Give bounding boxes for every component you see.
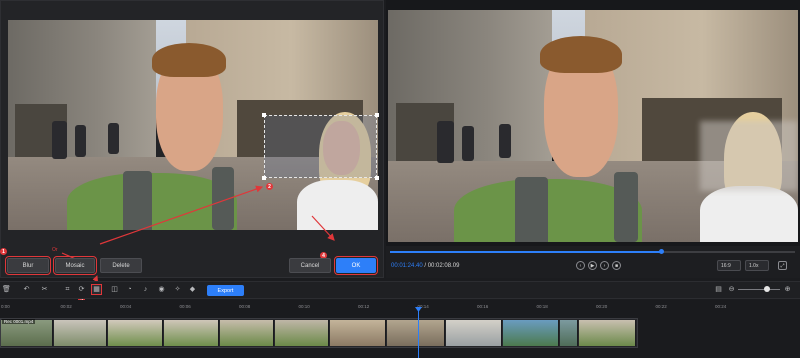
ruler-tick-label: 00:12 (358, 304, 370, 309)
mic-icon[interactable]: ◉ (157, 285, 166, 294)
rotate-icon[interactable]: ⟳ (77, 285, 86, 294)
mosaic-tool-icon[interactable]: ▦ (91, 284, 102, 295)
mosaic-blur-region (699, 121, 798, 191)
clip-thumbnail (387, 320, 445, 346)
current-time: 00:01:24.40 (391, 263, 423, 269)
ruler-tick-label: 00:10 (298, 304, 310, 309)
or-label: Or (52, 247, 58, 253)
ruler-tick-label: 00:02 (60, 304, 72, 309)
clip-thumbnail (503, 320, 559, 346)
ruler-tick-label: 00:06 (179, 304, 191, 309)
zoom-slider[interactable] (738, 289, 780, 290)
ruler-tick-label: 00:20 (596, 304, 608, 309)
audio-icon[interactable]: ♪ (141, 285, 150, 294)
speed-select[interactable]: 1.0x (745, 260, 769, 271)
stop-icon[interactable]: ■ (612, 261, 621, 270)
marker-icon[interactable]: ◆ (188, 285, 197, 294)
fullscreen-icon[interactable]: ⤢ (778, 261, 787, 270)
mosaic-button[interactable]: Mosaic (53, 256, 97, 275)
step-marker-1: 1 (0, 248, 7, 255)
preview-video-frame (388, 10, 798, 242)
next-frame-icon[interactable]: › (600, 261, 609, 270)
edit-toolbar (0, 281, 800, 299)
ruler-tick-label: 00:22 (655, 304, 667, 309)
aspect-ratio-value: 16:9 (721, 262, 731, 269)
clip-thumbnail (560, 320, 578, 346)
aspect-ratio-select[interactable]: 16:9 (717, 260, 741, 271)
clip-thumbnail (54, 320, 107, 346)
zoom-in-icon[interactable]: ⊕ (783, 285, 792, 294)
ruler-tick-label: 00:24 (715, 304, 727, 309)
cancel-button[interactable]: Cancel (289, 258, 331, 273)
previous-frame-icon[interactable]: ‹ (576, 261, 585, 270)
ruler-tick-label: 00:16 (477, 304, 489, 309)
playhead[interactable] (418, 309, 419, 358)
blur-button[interactable]: Blur (5, 256, 51, 275)
clip-thumbnail (164, 320, 219, 346)
delete-button[interactable]: Delete (100, 258, 142, 273)
step-marker-2: 2 (266, 183, 273, 190)
ok-button[interactable]: OK (334, 256, 378, 275)
time-readout: 00:01:24.40 / 00:02:08.09 (391, 263, 459, 269)
clip-thumbnail (108, 320, 163, 346)
layout-icon[interactable]: ▤ (714, 285, 723, 294)
zoom-out-icon[interactable]: ⊖ (727, 285, 736, 294)
ruler-tick-label: 00:08 (239, 304, 251, 309)
clip-thumbnail (220, 320, 274, 346)
progress-fill (390, 251, 662, 253)
clip-label: Rec 0001.mp4 (2, 319, 36, 324)
total-time: 00:02:08.09 (427, 263, 460, 269)
clip-thumbnail (579, 320, 636, 346)
crop-icon[interactable]: ⌗ (63, 285, 72, 294)
ruler-tick-label: 00:18 (536, 304, 548, 309)
ruler-tick-label: 00:04 (120, 304, 132, 309)
speed-value: 1.0x (749, 262, 759, 269)
export-button[interactable]: Export (207, 285, 244, 296)
clip-thumbnail (330, 320, 386, 346)
effects-icon[interactable]: ✧ (173, 285, 182, 294)
undo-icon[interactable]: ↶ (22, 285, 31, 294)
clip-thumbnail (275, 320, 329, 346)
freeze-frame-icon[interactable]: ◫ (110, 285, 119, 294)
time-separator: / (424, 263, 427, 269)
ruler-tick-label: 0:00 (1, 304, 10, 309)
delete-icon[interactable]: 🗑 (2, 285, 11, 294)
clip-thumbnail (446, 320, 502, 346)
speed-icon[interactable]: ◔ (125, 285, 134, 294)
export-label: Export (217, 287, 234, 294)
cut-icon[interactable]: ✂ (40, 285, 49, 294)
play-icon[interactable]: ▶ (588, 261, 597, 270)
zoom-slider-knob[interactable] (764, 286, 770, 292)
